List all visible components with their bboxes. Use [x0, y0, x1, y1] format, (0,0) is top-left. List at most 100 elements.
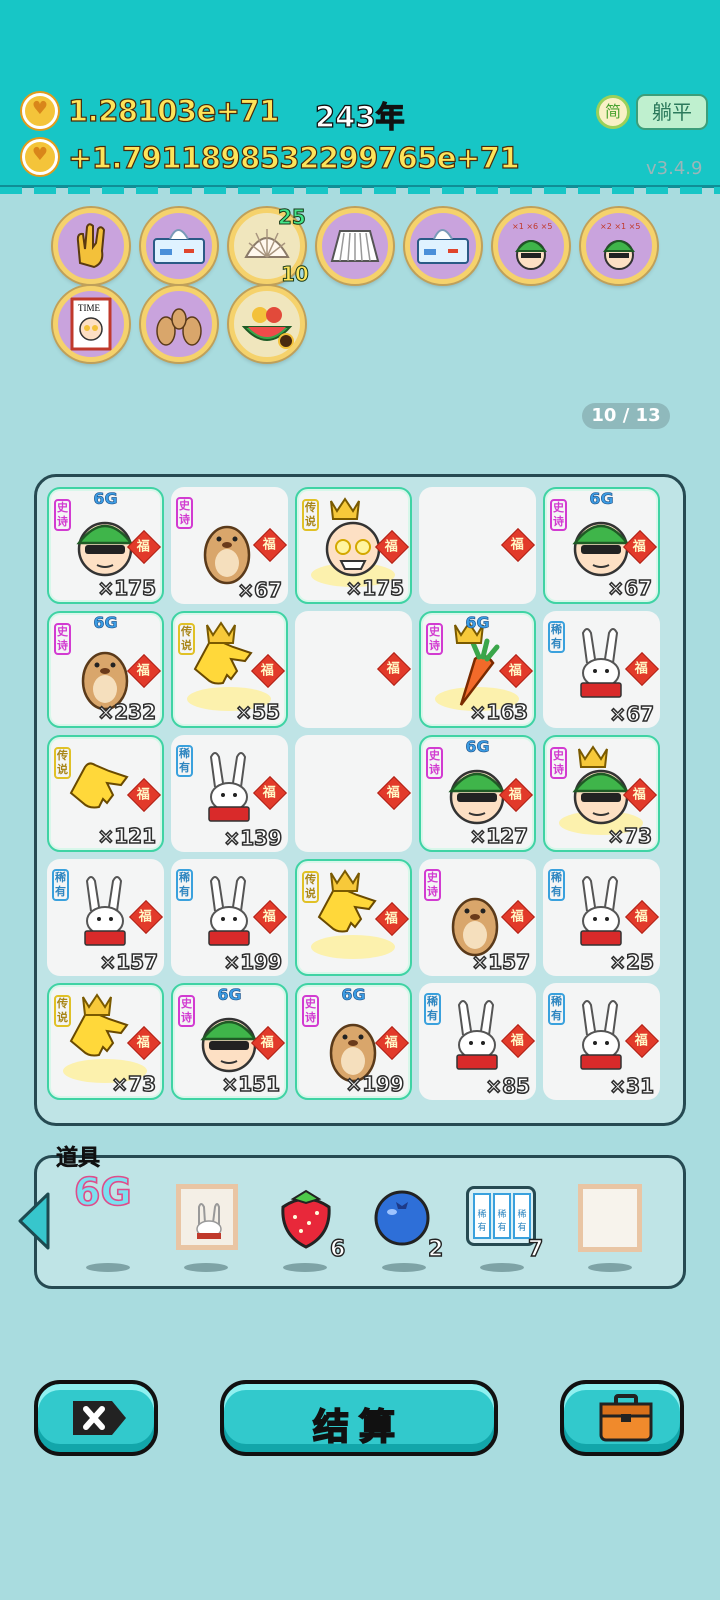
rarity-tag: 史诗 [426, 623, 443, 655]
rare-pack-item-icon[interactable]: 稀有 稀有 稀有 [466, 1186, 536, 1246]
blueberry-count: 2 [427, 1236, 444, 1262]
rare-pack-card: 稀有 [513, 1193, 531, 1239]
fu-badge-label: 福 [136, 787, 150, 803]
svg-text:TIME: TIME [78, 303, 100, 313]
fu-badge-label: 福 [384, 1035, 398, 1051]
time-magazine-relic-icon[interactable]: TIME [53, 286, 129, 362]
fu-badge-label: 福 [508, 663, 522, 679]
fu-badge-label: 福 [262, 785, 276, 801]
tissue-box-relic-icon[interactable] [405, 208, 481, 284]
slot-multiplier: ×73 [111, 1071, 157, 1097]
settle-button[interactable]: 结算 [220, 1380, 498, 1456]
slot-multiplier: ×151 [221, 1071, 281, 1097]
discard-button[interactable] [34, 1380, 158, 1456]
board-slot[interactable]: 6G 史诗福 ×232 [47, 611, 164, 728]
rarity-tag: 传说 [302, 499, 319, 531]
item-shadow [86, 1263, 130, 1272]
board-slot[interactable]: 稀有福 ×31 [543, 983, 660, 1100]
rarity-tag: 传说 [54, 747, 71, 779]
strawberry-count: 6 [329, 1236, 346, 1262]
board-slot[interactable]: 稀有福 ×139 [171, 735, 288, 852]
board-slot[interactable]: 史诗福 ×73 [543, 735, 660, 852]
board-slot[interactable]: 传说福 [295, 859, 412, 976]
close-icon [73, 1401, 126, 1435]
fu-badge-label: 福 [632, 539, 646, 555]
board-slot[interactable]: 稀有福 ×67 [543, 611, 660, 728]
marmot-family-relic-icon[interactable] [141, 286, 217, 362]
green-hat-money-relic-icon[interactable]: ×2 ×1 ×5 [581, 208, 657, 284]
page-counter: 10 / 13 [582, 403, 670, 429]
rarity-tag: 传说 [54, 995, 71, 1027]
green-hat-money-relic-icon[interactable]: ×1 ×6 ×5 [493, 208, 569, 284]
rarity-tag: 稀有 [548, 869, 565, 901]
board-slot[interactable]: 福 [419, 487, 536, 604]
fu-badge-label: 福 [262, 537, 276, 553]
year-counter: 243年 [314, 99, 405, 134]
strawberry-item-icon[interactable] [275, 1185, 337, 1249]
fu-badge-label: 福 [634, 1033, 648, 1049]
empty-frame-item-icon[interactable] [578, 1184, 642, 1252]
slot-multiplier: ×127 [469, 823, 529, 849]
simplified-chinese-toggle[interactable]: 简 [596, 95, 630, 129]
board-slot[interactable]: 稀有福 ×25 [543, 859, 660, 976]
slot-multiplier: ×175 [97, 575, 157, 601]
rarity-tag: 稀有 [176, 745, 193, 777]
board-slot[interactable]: 6G 史诗福 ×151 [171, 983, 288, 1100]
pleated-skirt-relic-icon[interactable] [317, 208, 393, 284]
board-slot[interactable]: 稀有福 ×85 [419, 983, 536, 1100]
fu-badge-label: 福 [632, 787, 646, 803]
rabbit-frame-item-icon[interactable] [176, 1184, 238, 1250]
board-slot[interactable]: 传说福 ×121 [47, 735, 164, 852]
slot-multiplier: ×199 [223, 949, 283, 975]
rarity-tag: 稀有 [548, 993, 565, 1025]
six-g-item[interactable]: 6G [73, 1169, 132, 1215]
rarity-tag: 史诗 [178, 995, 195, 1027]
chevron-left-icon[interactable] [14, 1190, 52, 1252]
rare-pack-count: 7 [527, 1236, 544, 1262]
fu-badge-label: 福 [136, 539, 150, 555]
board-slot[interactable]: 史诗福 ×67 [171, 487, 288, 604]
board-slot[interactable]: 6G 史诗福 ×67 [543, 487, 660, 604]
rarity-tag: 史诗 [426, 747, 443, 779]
slot-multiplier: ×157 [99, 949, 159, 975]
fu-badge-label: 福 [510, 537, 524, 553]
board-slot[interactable]: 6G 史诗福 ×163 [419, 611, 536, 728]
board-slot[interactable]: 福 [295, 611, 412, 728]
fu-badge-icon: 福 [501, 528, 535, 562]
tissue-box-relic-icon[interactable] [141, 208, 217, 284]
board-slot[interactable]: 传说福 ×55 [171, 611, 288, 728]
board-slot[interactable]: 6G 史诗福 ×175 [47, 487, 164, 604]
rarity-tag: 史诗 [550, 747, 567, 779]
lie-flat-button[interactable]: 躺平 [636, 94, 708, 130]
heart-coin-icon [22, 93, 58, 129]
total-money: 1.28103e+71 [67, 93, 280, 128]
fu-badge-label: 福 [510, 909, 524, 925]
fu-badge-label: 福 [260, 663, 274, 679]
rarity-tag: 传说 [178, 623, 195, 655]
board-slot[interactable]: 稀有福 ×157 [47, 859, 164, 976]
rarity-tag: 史诗 [424, 869, 441, 901]
rarity-tag: 稀有 [548, 621, 565, 653]
inventory-button[interactable] [560, 1380, 684, 1456]
board-slot[interactable]: 传说福 ×73 [47, 983, 164, 1100]
board-slot[interactable]: 6G 史诗福 ×127 [419, 735, 536, 852]
board-slot[interactable]: 稀有福 ×199 [171, 859, 288, 976]
slot-multiplier: ×175 [345, 575, 405, 601]
fu-badge-label: 福 [508, 787, 522, 803]
blueberry-item-icon[interactable] [374, 1190, 434, 1246]
rarity-tag: 史诗 [176, 497, 193, 529]
item-shadow [480, 1263, 524, 1272]
item-shadow [382, 1263, 426, 1272]
slot-multiplier: ×31 [609, 1073, 655, 1099]
shell-top-count: 25 [278, 205, 307, 230]
board-slot[interactable]: 传说福 ×175 [295, 487, 412, 604]
rock-hand-relic-icon[interactable] [53, 208, 129, 284]
fruit-basket-relic-icon[interactable] [229, 286, 305, 362]
settle-button-label: 结算 [312, 1406, 405, 1449]
board-slot[interactable]: 史诗福 ×157 [419, 859, 536, 976]
board-slot[interactable]: 福 [295, 735, 412, 852]
fu-badge-label: 福 [262, 909, 276, 925]
version-label: v3.4.9 [646, 158, 703, 179]
board-slot[interactable]: 6G 史诗福 ×199 [295, 983, 412, 1100]
rarity-tag: 稀有 [424, 993, 441, 1025]
